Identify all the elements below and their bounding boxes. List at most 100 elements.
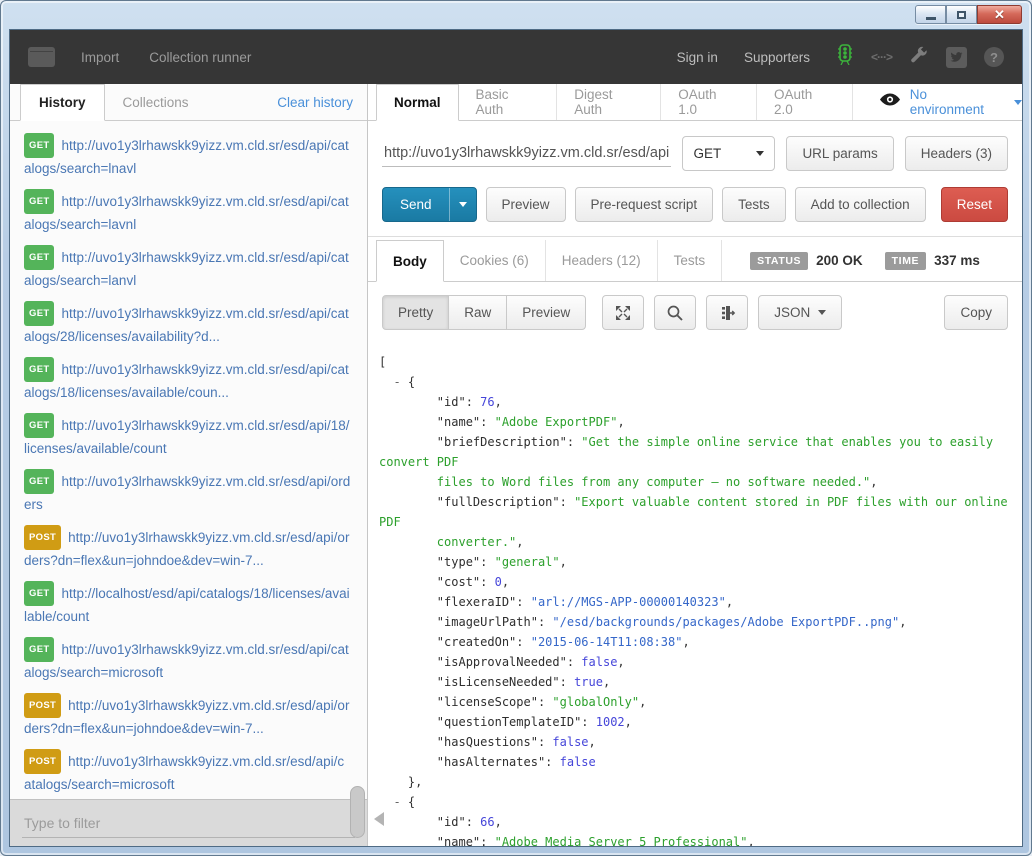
filter-input[interactable] <box>22 809 355 838</box>
history-item[interactable]: GEThttp://uvo1y3lrhawskk9yizz.vm.cld.sr/… <box>24 637 351 683</box>
history-item[interactable]: POSThttp://uvo1y3lrhawskk9yizz.vm.cld.sr… <box>24 749 351 795</box>
prerequest-script-button[interactable]: Pre-request script <box>575 187 714 222</box>
history-item[interactable]: GEThttp://uvo1y3lrhawskk9yizz.vm.cld.sr/… <box>24 245 351 291</box>
json-line: "briefDescription": "Get the simple onli… <box>379 432 1014 472</box>
expand-icon <box>614 304 632 322</box>
json-line: "flexeraID": "arl://MGS-APP-00000140323"… <box>379 592 1014 612</box>
json-line: "imageUrlPath": "/esd/backgrounds/packag… <box>379 612 1014 632</box>
minimize-icon <box>926 17 936 20</box>
history-item[interactable]: POSThttp://uvo1y3lrhawskk9yizz.vm.cld.sr… <box>24 525 351 571</box>
request-url: http://uvo1y3lrhawskk9yizz.vm.cld.sr/esd… <box>24 698 349 736</box>
fold-toggle-icon[interactable]: - <box>379 795 408 809</box>
method-badge: GET <box>24 581 54 606</box>
tab-body[interactable]: Body <box>376 240 444 282</box>
code-icon[interactable]: <···> <box>871 50 892 64</box>
tab-headers[interactable]: Headers (12) <box>546 240 658 281</box>
collection-runner-menu-item[interactable]: Collection runner <box>149 50 251 65</box>
preview-view-button[interactable]: Preview <box>506 295 586 330</box>
history-item[interactable]: GEThttp://uvo1y3lrhawskk9yizz.vm.cld.sr/… <box>24 189 351 235</box>
preview-button[interactable]: Preview <box>486 187 566 222</box>
minimize-button[interactable] <box>915 5 946 24</box>
close-button[interactable]: ✕ <box>977 5 1022 24</box>
json-line: "questionTemplateID": 1002, <box>379 712 1014 732</box>
method-badge: GET <box>24 189 54 214</box>
traffic-light-icon[interactable] <box>836 44 854 70</box>
json-line: converter.", <box>379 532 1014 552</box>
history-item[interactable]: GEThttp://localhost/esd/api/catalogs/18/… <box>24 581 351 627</box>
app-logo-icon <box>28 47 55 67</box>
tab-digest-auth[interactable]: Digest Auth <box>557 84 661 120</box>
tab-collections[interactable]: Collections <box>105 84 207 120</box>
request-url: http://uvo1y3lrhawskk9yizz.vm.cld.sr/esd… <box>24 306 349 344</box>
environment-selector[interactable]: No environment <box>879 84 1022 120</box>
sidebar-collapse-icon[interactable] <box>374 812 384 826</box>
tab-oauth-1[interactable]: OAuth 1.0 <box>661 84 757 120</box>
expand-button[interactable] <box>602 295 644 330</box>
format-indent-button[interactable] <box>706 295 748 330</box>
request-url: http://uvo1y3lrhawskk9yizz.vm.cld.sr/esd… <box>24 530 349 568</box>
tab-oauth-2[interactable]: OAuth 2.0 <box>757 84 853 120</box>
topbar-icons: <···> ? <box>836 44 1004 70</box>
pretty-button[interactable]: Pretty <box>382 295 449 330</box>
clear-history-link[interactable]: Clear history <box>277 95 353 110</box>
method-select[interactable]: GET <box>682 136 775 171</box>
reset-button[interactable]: Reset <box>941 187 1008 222</box>
request-url: http://uvo1y3lrhawskk9yizz.vm.cld.sr/esd… <box>24 418 350 456</box>
url-input[interactable] <box>382 140 671 167</box>
history-item[interactable]: GEThttp://uvo1y3lrhawskk9yizz.vm.cld.sr/… <box>24 301 351 347</box>
tab-history[interactable]: History <box>20 84 105 121</box>
method-badge: POST <box>24 693 61 718</box>
app-frame: Import Collection runner Sign in Support… <box>9 29 1023 847</box>
import-menu-item[interactable]: Import <box>81 50 119 65</box>
tab-cookies[interactable]: Cookies (6) <box>444 240 546 281</box>
supporters-link[interactable]: Supporters <box>744 50 810 65</box>
url-params-button[interactable]: URL params <box>786 136 893 171</box>
response-tabs: Body Cookies (6) Headers (12) Tests STAT… <box>368 240 1022 282</box>
response-json[interactable]: [ - { "id": 76, "name": "Adobe ExportPDF… <box>368 342 1022 846</box>
json-line: "hasAlternates": false <box>379 752 1014 772</box>
method-badge: GET <box>24 301 54 326</box>
method-badge: POST <box>24 525 61 550</box>
format-value: JSON <box>774 305 810 320</box>
request-url: http://uvo1y3lrhawskk9yizz.vm.cld.sr/esd… <box>24 138 349 176</box>
search-button[interactable] <box>654 295 696 330</box>
history-item[interactable]: POSThttp://uvo1y3lrhawskk9yizz.vm.cld.sr… <box>24 693 351 739</box>
sidebar: History Collections Clear history GEThtt… <box>10 84 368 846</box>
wrench-icon[interactable] <box>909 45 929 70</box>
help-icon[interactable]: ? <box>984 47 1004 67</box>
tab-basic-auth[interactable]: Basic Auth <box>459 84 558 120</box>
json-line: "isLicenseNeeded": true, <box>379 672 1014 692</box>
history-list[interactable]: GEThttp://uvo1y3lrhawskk9yizz.vm.cld.sr/… <box>10 121 367 799</box>
history-item[interactable]: GEThttp://uvo1y3lrhawskk9yizz.vm.cld.sr/… <box>24 133 351 179</box>
copy-button[interactable]: Copy <box>944 295 1008 330</box>
content: History Collections Clear history GEThtt… <box>10 84 1022 846</box>
history-item[interactable]: GEThttp://uvo1y3lrhawskk9yizz.vm.cld.sr/… <box>24 413 351 459</box>
sign-in-link[interactable]: Sign in <box>677 50 718 65</box>
request-url: http://uvo1y3lrhawskk9yizz.vm.cld.sr/esd… <box>24 474 350 512</box>
format-select[interactable]: JSON <box>758 295 842 330</box>
tests-button[interactable]: Tests <box>722 187 786 222</box>
method-badge: GET <box>24 245 54 270</box>
tab-normal[interactable]: Normal <box>376 84 459 121</box>
restore-button[interactable] <box>946 5 977 24</box>
json-line: "id": 76, <box>379 392 1014 412</box>
indent-icon <box>718 304 736 322</box>
json-line: "type": "general", <box>379 552 1014 572</box>
history-item[interactable]: GEThttp://uvo1y3lrhawskk9yizz.vm.cld.sr/… <box>24 357 351 403</box>
request-url: http://uvo1y3lrhawskk9yizz.vm.cld.sr/esd… <box>24 194 349 232</box>
method-badge: GET <box>24 133 54 158</box>
action-row: Send Preview Pre-request script Tests Ad… <box>368 180 1022 236</box>
twitter-icon[interactable] <box>946 47 967 68</box>
headers-button[interactable]: Headers (3) <box>905 136 1008 171</box>
sidebar-scrollbar-thumb[interactable] <box>350 786 365 838</box>
raw-button[interactable]: Raw <box>448 295 507 330</box>
tab-response-tests[interactable]: Tests <box>658 240 723 281</box>
add-to-collection-button[interactable]: Add to collection <box>795 187 926 222</box>
send-button[interactable]: Send <box>383 188 449 221</box>
json-line: "hasQuestions": false, <box>379 732 1014 752</box>
request-url: http://uvo1y3lrhawskk9yizz.vm.cld.sr/esd… <box>24 754 344 792</box>
window-titlebar[interactable]: ✕ <box>1 1 1031 29</box>
send-dropdown-button[interactable] <box>449 188 476 221</box>
history-item[interactable]: GEThttp://uvo1y3lrhawskk9yizz.vm.cld.sr/… <box>24 469 351 515</box>
fold-toggle-icon[interactable]: - <box>379 375 408 389</box>
